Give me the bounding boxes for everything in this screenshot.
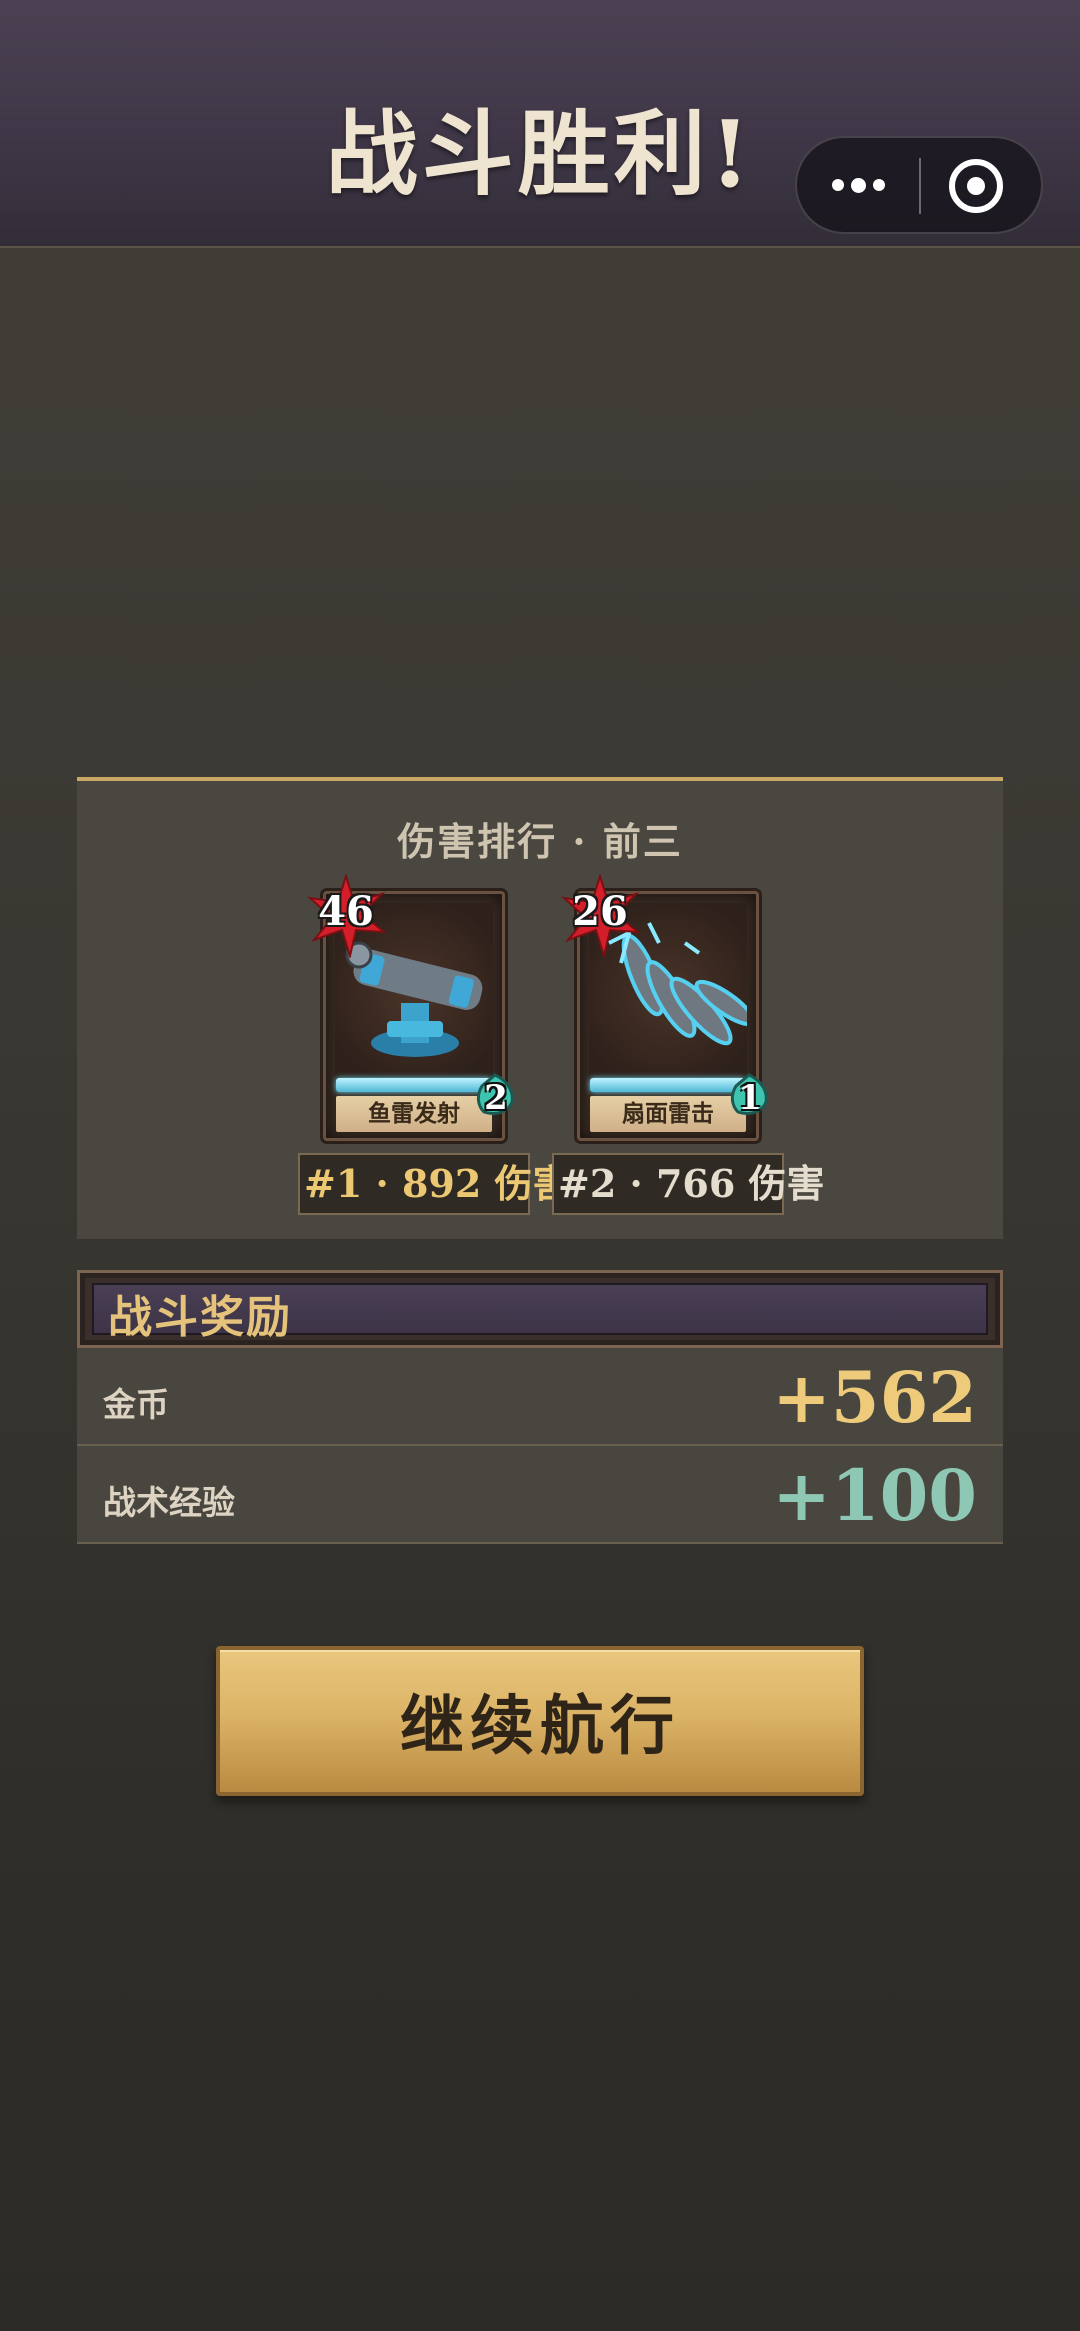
reward-value-exp: +100 <box>772 1454 977 1537</box>
energy-bar <box>590 1078 746 1092</box>
more-options-button[interactable] <box>797 138 919 232</box>
dot-icon <box>872 179 885 191</box>
dot-icon <box>850 177 866 193</box>
damage-ranking-panel: 伤害排行 · 前三 鱼雷发射 46 2 #1 · 892 伤害 扇面雷击 26 … <box>77 777 1003 1239</box>
dot-icon <box>831 179 844 191</box>
card-name: 鱼雷发射 <box>336 1096 492 1132</box>
close-target-icon[interactable] <box>949 159 1003 213</box>
continue-sailing-button[interactable]: 继续航行 <box>216 1646 864 1796</box>
header-bar: 战斗胜利! <box>0 0 1080 248</box>
card-level: 46 <box>318 888 374 935</box>
damage-rank-2: #2 · 766 伤害 <box>552 1153 825 1215</box>
reward-label: 金币 <box>103 1385 169 1424</box>
ranking-title: 伤害排行 · 前三 <box>397 819 683 864</box>
reward-row-exp: 战术经验 +100 <box>77 1446 1003 1544</box>
card-cost: 1 <box>738 1078 762 1118</box>
card-spread-torpedo[interactable]: 扇面雷击 26 1 <box>560 874 768 1141</box>
card-torpedo-launch[interactable]: 鱼雷发射 46 2 <box>306 874 514 1141</box>
reward-row-gold: 金币 +562 <box>77 1348 1003 1446</box>
card-level: 26 <box>572 888 628 935</box>
damage-rank-1: #1 · 892 伤害 <box>298 1153 571 1215</box>
rewards-header: 战斗奖励 <box>77 1270 1003 1348</box>
capsule-divider <box>919 158 921 214</box>
mini-program-capsule <box>795 136 1043 234</box>
rewards-title: 战斗奖励 <box>108 1292 292 1343</box>
card-name: 扇面雷击 <box>590 1096 746 1132</box>
energy-bar <box>336 1078 492 1092</box>
reward-label: 战术经验 <box>103 1483 235 1522</box>
battle-rewards-panel: 战斗奖励 金币 +562 战术经验 +100 <box>77 1270 1003 1544</box>
reward-value-gold: +562 <box>772 1356 977 1439</box>
card-cost: 2 <box>484 1078 508 1118</box>
